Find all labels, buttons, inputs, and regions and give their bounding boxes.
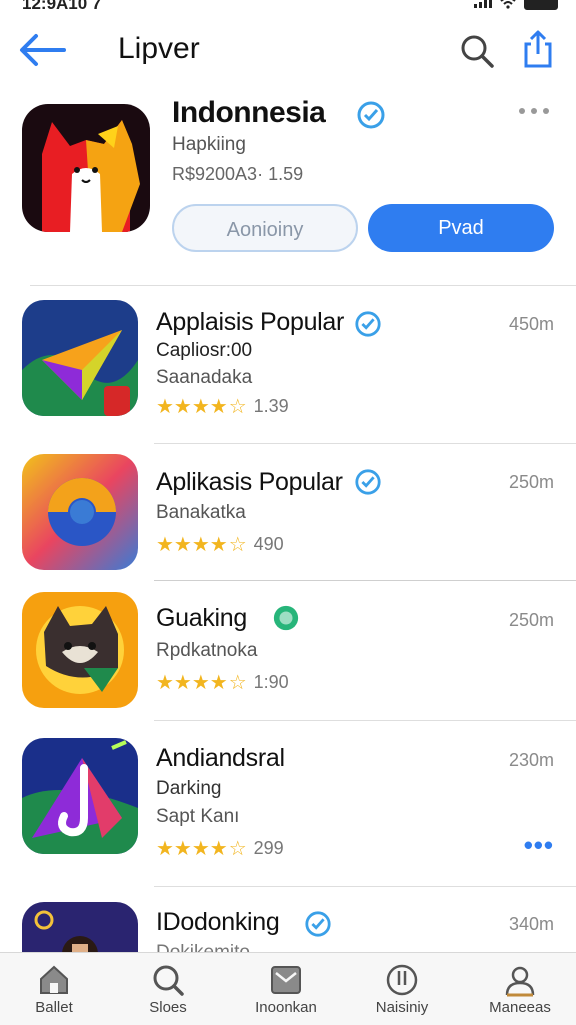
inbox-icon	[271, 966, 301, 994]
status-time: 12:9A10 7	[22, 0, 102, 13]
tab-home[interactable]: Ballet	[4, 959, 104, 1023]
divider	[154, 886, 576, 887]
app-name: Guaking	[156, 604, 248, 632]
tab-label: Maneeas	[489, 999, 551, 1016]
star-rating: ★★★★ ☆ 299	[156, 837, 284, 860]
app-icon	[22, 454, 138, 570]
app-name: IDodonking	[156, 908, 280, 936]
secondary-action-button[interactable]: Aonioiny	[172, 204, 358, 252]
tab-bar: Ballet Sloes Inoonkan Naisiniy Maneeas	[0, 952, 576, 1025]
status-icons	[474, 0, 558, 10]
verified-badge-icon	[273, 605, 299, 631]
featured-app: Indonnesia Hapkiing R$9200A3· 1.59 Aonio…	[0, 92, 576, 282]
share-icon[interactable]	[518, 28, 558, 70]
star-rating: ★★★★ ☆ 1:90	[156, 671, 289, 694]
app-category: Saanadaka	[156, 367, 253, 388]
app-size: 250m	[508, 472, 554, 492]
verified-badge-icon	[355, 311, 381, 337]
tab-search[interactable]: Sloes	[118, 959, 218, 1023]
divider	[30, 285, 576, 286]
tab-inbox[interactable]: Inoonkan	[236, 959, 336, 1023]
rating-value: 490	[253, 534, 284, 554]
app-size: 250m	[508, 610, 554, 630]
divider	[154, 720, 576, 721]
home-icon	[40, 965, 68, 994]
tab-activity[interactable]: Naisiniy	[352, 959, 452, 1023]
star-rating: ★★★★ ☆ 1.39	[156, 395, 289, 418]
app-name: Aplikasis Popular	[156, 468, 343, 496]
tab-label: Sloes	[149, 999, 187, 1016]
rating-value: 299	[253, 838, 284, 858]
star-rating: ★★★★ ☆ 490	[156, 533, 284, 556]
tab-profile[interactable]: Maneeas	[470, 959, 570, 1023]
app-size: 340m	[508, 914, 554, 934]
app-subtitle: Darking	[156, 778, 222, 799]
person-icon	[505, 966, 535, 997]
app-subtitle: Capliosr:00	[156, 340, 253, 361]
app-name: Andiandsral	[156, 744, 285, 772]
search-icon[interactable]	[458, 32, 496, 70]
tab-label: Inoonkan	[255, 999, 317, 1016]
list-item[interactable]: IDodonking Dokikemito 340m	[0, 902, 576, 952]
app-icon	[22, 902, 138, 952]
app-subtitle: Dokikemito	[156, 942, 250, 952]
verified-badge-icon	[305, 911, 331, 937]
more-options-icon[interactable]	[516, 104, 556, 118]
app-icon	[22, 738, 138, 854]
get-app-button[interactable]: Pvad	[368, 204, 554, 252]
back-arrow-icon[interactable]	[14, 30, 68, 70]
wifi-icon	[500, 0, 516, 9]
app-subtitle: Banakatka	[156, 502, 246, 523]
app-icon	[22, 592, 138, 708]
search-icon	[153, 965, 184, 996]
app-category: Sapt Kanı	[156, 806, 240, 827]
featured-app-icon[interactable]	[22, 104, 150, 232]
app-icon	[22, 300, 138, 416]
featured-app-subtitle: Hapkiing	[172, 134, 246, 155]
tab-label: Naisiniy	[375, 999, 429, 1016]
page-title: Lipver	[118, 32, 200, 65]
verified-badge-icon	[357, 101, 385, 129]
featured-app-name: Indonnesia	[172, 96, 326, 129]
divider	[154, 443, 576, 444]
tab-label: Ballet	[35, 999, 73, 1016]
app-size: 450m	[508, 314, 554, 334]
clock-icon	[386, 964, 418, 996]
featured-app-meta: R$9200A3· 1.59	[172, 164, 304, 184]
signal-icon	[474, 0, 492, 8]
divider	[154, 580, 576, 581]
rating-value: 1.39	[253, 396, 289, 416]
status-bar: 12:9A10 7	[0, 0, 576, 14]
battery-icon	[524, 0, 558, 10]
rating-value: 1:90	[253, 672, 289, 692]
app-size: 230m	[508, 750, 554, 770]
app-subtitle: Rpdkatnoka	[156, 640, 258, 661]
verified-badge-icon	[355, 469, 381, 495]
app-name: Applaisis Popular	[156, 308, 345, 336]
nav-bar: Lipver	[0, 24, 576, 80]
more-options-icon[interactable]: •••	[524, 830, 554, 861]
